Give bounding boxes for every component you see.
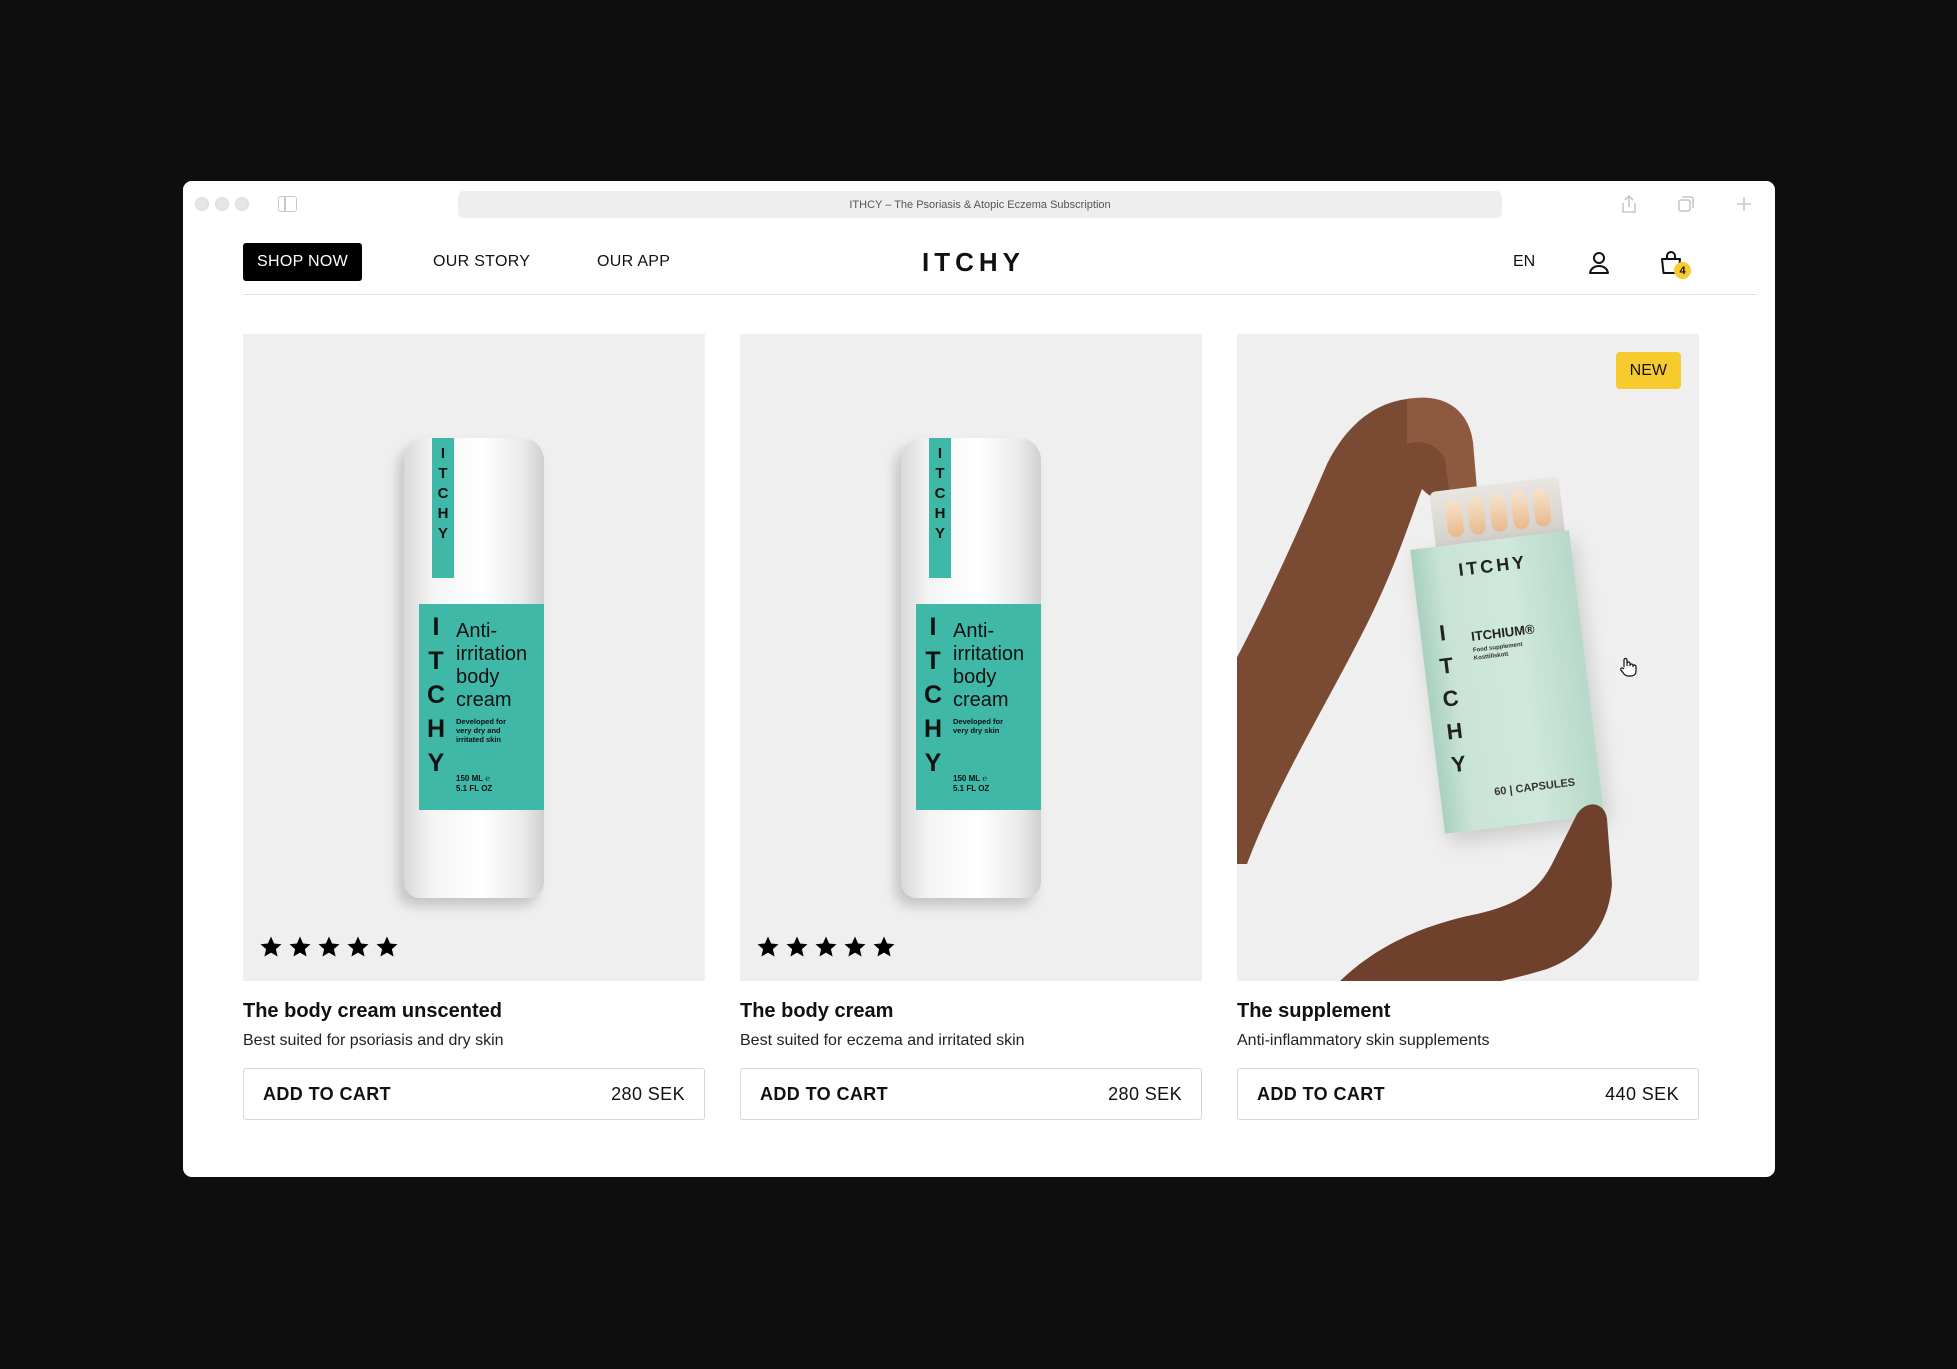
product-card[interactable]: ITCHY ITCHY Anti-irritation body cream Dev… [243,334,705,1120]
star-icon [376,936,398,957]
sidebar-icon[interactable] [278,196,297,212]
star-icon [873,936,895,957]
star-icon [786,936,808,957]
address-bar[interactable]: ITHCY – The Psoriasis & Atopic Eczema Su… [458,191,1502,218]
close-window-button[interactable] [195,197,209,211]
address-bar-title: ITHCY – The Psoriasis & Atopic Eczema Su… [849,198,1111,211]
add-to-cart-label: ADD TO CART [1257,1083,1386,1104]
star-icon [318,936,340,957]
share-icon[interactable] [1618,193,1640,215]
tabs-icon[interactable] [1675,193,1697,215]
product-price: 280 SEK [1108,1083,1182,1104]
star-rating [756,935,896,959]
star-icon [815,936,837,957]
bottle-tab-logo: ITCHY [432,438,454,578]
site-logo[interactable]: ITCHY [922,243,1025,281]
shop-now-button[interactable]: SHOP NOW [243,243,363,281]
product-price: 440 SEK [1605,1083,1679,1104]
add-to-cart-label: ADD TO CART [263,1083,392,1104]
bottle-tab-logo: ITCHY [929,438,951,578]
star-icon [347,936,369,957]
product-title[interactable]: The body cream unscented [243,1000,705,1023]
product-description: Best suited for eczema and irritated ski… [740,1032,1025,1049]
product-image[interactable]: ITCHY ITCHY Anti-irritation body cream Dev… [243,334,705,981]
product-card[interactable]: ITCHY ITCHY Anti-irritation body cream Dev… [740,334,1202,1120]
star-icon [289,936,311,957]
new-badge: NEW [1615,352,1681,389]
add-to-cart-button[interactable]: ADD TO CART 440 SEK [1237,1068,1699,1120]
body-cream-bottle-image: ITCHY ITCHY Anti-irritation body cream Dev… [901,438,1041,898]
product-title[interactable]: The supplement [1237,1000,1699,1023]
browser-toolbar: ITHCY – The Psoriasis & Atopic Eczema Su… [183,181,1775,228]
star-icon [844,936,866,957]
hand-cursor-icon [1620,657,1637,677]
star-icon [757,936,779,957]
add-to-cart-button[interactable]: ADD TO CART 280 SEK [740,1068,1202,1120]
product-price: 280 SEK [611,1083,685,1104]
zoom-window-button[interactable] [235,197,249,211]
cart-count-badge: 4 [1674,262,1691,279]
product-card[interactable]: ITCHY ITCHY ITCHIUM® Food supplement Kost… [1237,334,1699,1120]
language-selector[interactable]: EN [1513,243,1535,281]
browser-window: ITHCY – The Psoriasis & Atopic Eczema Su… [183,181,1775,1177]
add-to-cart-label: ADD TO CART [760,1083,889,1104]
site-header: SHOP NOW OUR STORY OUR APP ITCHY EN 4 [243,228,1757,295]
product-description: Best suited for psoriasis and dry skin [243,1032,504,1049]
nav-our-story[interactable]: OUR STORY [433,243,530,281]
body-cream-bottle-image: ITCHY ITCHY Anti-irritation body cream Dev… [404,438,544,898]
star-rating [259,935,399,959]
add-to-cart-button[interactable]: ADD TO CART 280 SEK [243,1068,705,1120]
hand-bottom-image [1340,804,1612,981]
nav-our-app[interactable]: OUR APP [597,243,670,281]
minimize-window-button[interactable] [215,197,229,211]
star-icon [260,936,282,957]
product-title[interactable]: The body cream [740,1000,1202,1023]
product-image[interactable]: ITCHY ITCHY ITCHIUM® Food supplement Kost… [1237,334,1699,981]
product-description: Anti-inflammatory skin supplements [1237,1032,1490,1049]
plus-icon[interactable] [1733,193,1755,215]
account-icon[interactable] [1588,251,1610,275]
product-image[interactable]: ITCHY ITCHY Anti-irritation body cream Dev… [740,334,1202,981]
